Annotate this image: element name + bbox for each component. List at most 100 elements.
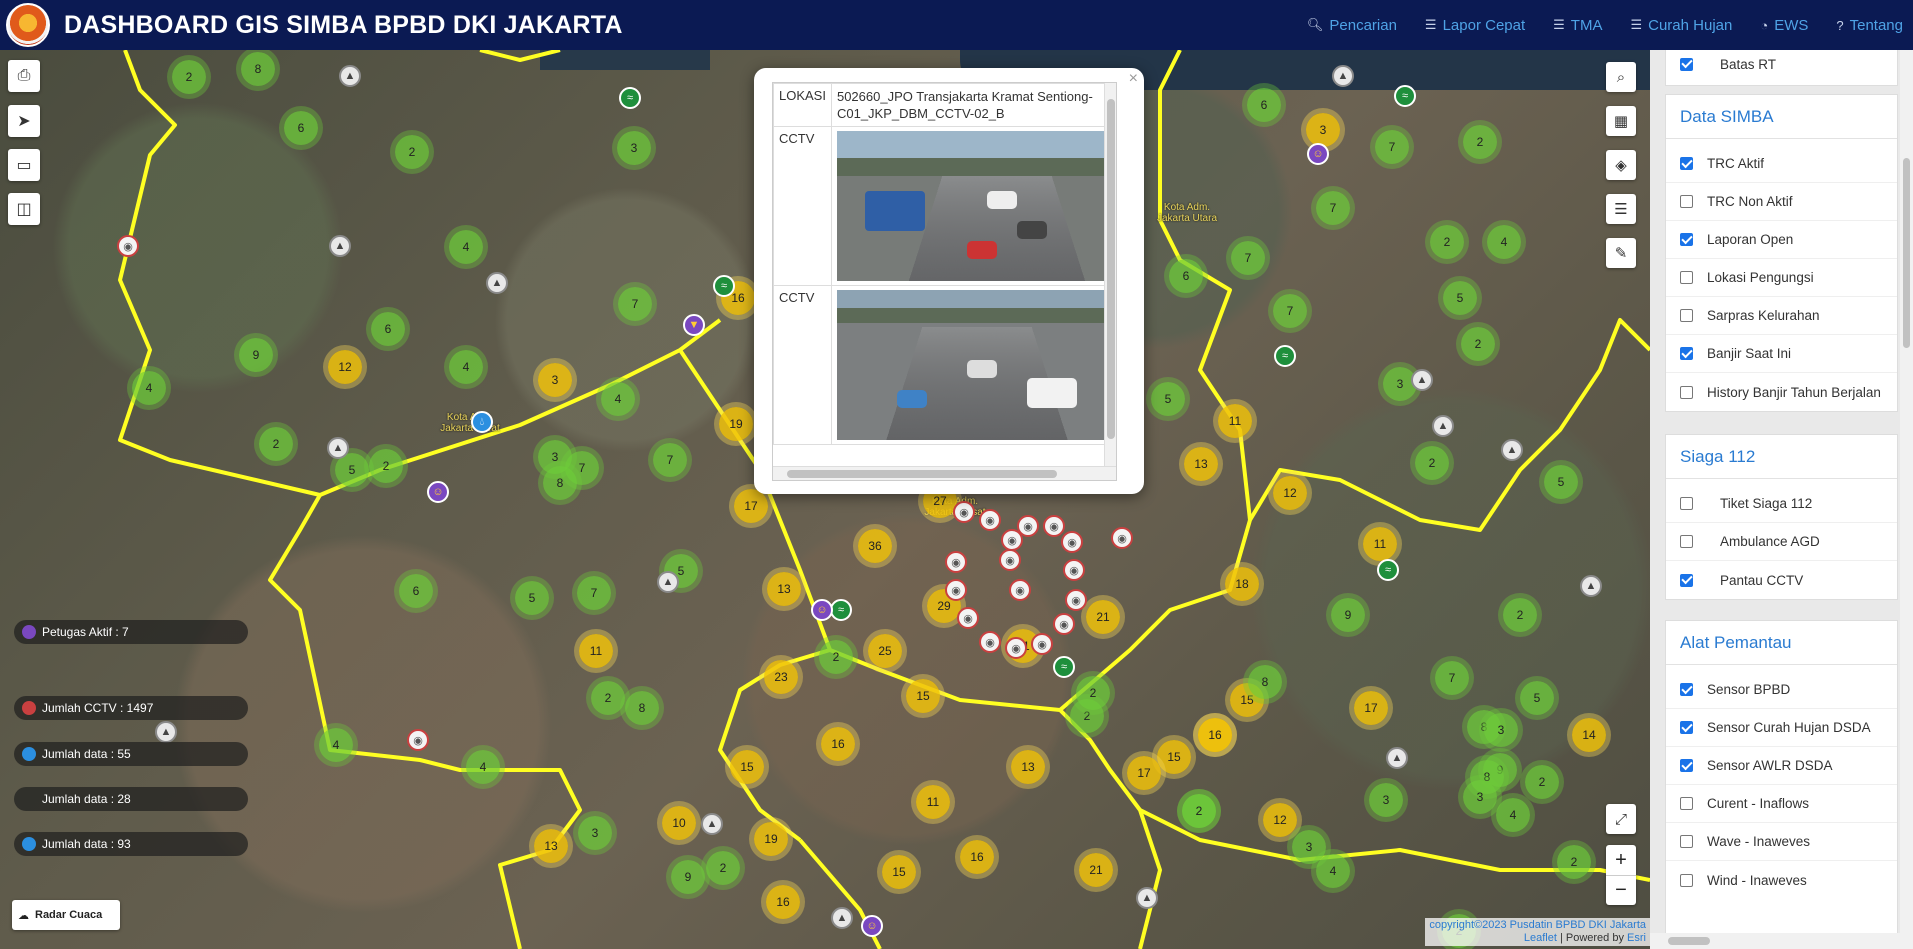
cluster-marker[interactable]: 10 <box>662 806 696 840</box>
cluster-marker[interactable]: 2 <box>1430 225 1464 259</box>
fullscreen-button[interactable]: ⤢ <box>1606 804 1636 834</box>
checkbox[interactable] <box>1680 386 1693 399</box>
cluster-marker[interactable]: 2 <box>395 135 429 169</box>
cluster-marker[interactable]: 17 <box>1127 756 1161 790</box>
cluster-marker[interactable]: 5 <box>1443 281 1477 315</box>
eraser-button[interactable]: ✎ <box>1606 238 1636 268</box>
cluster-marker[interactable]: 3 <box>1484 713 1518 747</box>
print-button[interactable]: ⎙ <box>8 60 40 92</box>
cluster-marker[interactable]: 4 <box>132 371 166 405</box>
cluster-marker[interactable]: 2 <box>1525 765 1559 799</box>
layer-item[interactable]: Laporan Open <box>1666 221 1897 259</box>
checkbox[interactable] <box>1680 874 1693 887</box>
cluster-marker[interactable]: 19 <box>754 822 788 856</box>
cluster-marker[interactable]: 15 <box>906 679 940 713</box>
layer-item[interactable]: Wind - Inaweves <box>1666 861 1897 899</box>
layer-item[interactable]: Curent - Inaflows <box>1666 785 1897 823</box>
screen-button[interactable]: ▭ <box>8 149 40 181</box>
cluster-marker[interactable]: 4 <box>449 230 483 264</box>
zoom-out-button[interactable]: − <box>1606 875 1636 905</box>
cctv-marker[interactable]: ◉ <box>1017 515 1039 537</box>
cctv-marker[interactable]: ◉ <box>999 549 1021 571</box>
cluster-marker[interactable]: 6 <box>284 111 318 145</box>
cluster-marker[interactable]: 13 <box>1011 750 1045 784</box>
cluster-marker[interactable]: 3 <box>1463 780 1497 814</box>
cluster-marker[interactable]: 5 <box>1544 465 1578 499</box>
checkbox[interactable] <box>1680 797 1693 810</box>
cluster-marker[interactable]: 11 <box>1363 527 1397 561</box>
checkbox[interactable] <box>1680 157 1693 170</box>
cctv-marker[interactable]: ◉ <box>1065 589 1087 611</box>
split-screen-button[interactable]: ◫ <box>8 193 40 225</box>
siren-marker[interactable]: ▲ <box>1332 65 1354 87</box>
layer-item[interactable]: History Banjir Tahun Berjalan <box>1666 373 1897 411</box>
cluster-marker[interactable]: 4 <box>466 750 500 784</box>
siren-marker[interactable]: ▲ <box>1432 415 1454 437</box>
cluster-marker[interactable]: 3 <box>538 440 572 474</box>
nav-tentang[interactable]: ? Tentang <box>1836 17 1903 34</box>
layer-item[interactable]: Sensor BPBD <box>1666 671 1897 709</box>
radar-cuaca-button[interactable]: ☁ Radar Cuaca <box>12 900 120 930</box>
cluster-marker[interactable]: 7 <box>1435 661 1469 695</box>
cluster-marker[interactable]: 2 <box>1461 327 1495 361</box>
nav-pencarian[interactable]: 🔍︎ Pencarian <box>1307 17 1397 34</box>
siren-marker[interactable]: ▲ <box>486 272 508 294</box>
cluster-marker[interactable]: 2 <box>1076 676 1110 710</box>
cluster-marker[interactable]: 9 <box>671 860 705 894</box>
cctv-marker[interactable]: ◉ <box>957 607 979 629</box>
basemap-button[interactable]: ▦ <box>1606 106 1636 136</box>
siren-marker[interactable]: ▲ <box>831 907 853 929</box>
cluster-marker[interactable]: 3 <box>617 131 651 165</box>
checkbox[interactable] <box>1680 233 1693 246</box>
cluster-marker[interactable]: 13 <box>767 572 801 606</box>
cluster-marker[interactable]: 16 <box>821 727 855 761</box>
cluster-marker[interactable]: 5 <box>515 581 549 615</box>
cluster-marker[interactable]: 7 <box>1375 130 1409 164</box>
cluster-marker[interactable]: 15 <box>882 855 916 889</box>
cctv-marker[interactable]: ◉ <box>1005 637 1027 659</box>
layers-button[interactable]: ◈ <box>1606 150 1636 180</box>
cluster-marker[interactable]: 4 <box>1487 225 1521 259</box>
siren-marker[interactable]: ▲ <box>1580 575 1602 597</box>
cluster-marker[interactable]: 23 <box>764 660 798 694</box>
checkbox[interactable] <box>1680 58 1693 71</box>
cluster-marker[interactable]: 2 <box>369 449 403 483</box>
locate-button[interactable]: ➤ <box>8 105 40 137</box>
cluster-marker[interactable]: 2 <box>259 427 293 461</box>
cluster-marker[interactable]: 11 <box>1218 404 1252 438</box>
cluster-marker[interactable]: 12 <box>1263 803 1297 837</box>
cluster-marker[interactable]: 3 <box>1306 113 1340 147</box>
cluster-marker[interactable]: 15 <box>730 750 764 784</box>
layer-item[interactable]: Ambulance AGD <box>1666 523 1897 561</box>
siren-marker[interactable]: ▲ <box>155 721 177 743</box>
water-sensor-marker[interactable]: ≈ <box>1053 656 1075 678</box>
checkbox[interactable] <box>1680 535 1693 548</box>
cluster-marker[interactable]: 7 <box>1273 294 1307 328</box>
cluster-marker[interactable]: 21 <box>1079 853 1113 887</box>
officer-marker[interactable]: ☺ <box>811 599 833 621</box>
cluster-marker[interactable]: 2 <box>1463 125 1497 159</box>
cluster-marker[interactable]: 2 <box>1415 446 1449 480</box>
checkbox[interactable] <box>1680 497 1693 510</box>
cluster-marker[interactable]: 7 <box>577 576 611 610</box>
layer-item[interactable]: Pantau CCTV <box>1666 561 1897 599</box>
cluster-marker[interactable]: 16 <box>960 840 994 874</box>
cluster-marker[interactable]: 5 <box>1151 382 1185 416</box>
cluster-marker[interactable]: 2 <box>819 640 853 674</box>
siren-marker[interactable]: ▲ <box>329 235 351 257</box>
layer-item[interactable]: Lokasi Pengungsi <box>1666 259 1897 297</box>
checkbox[interactable] <box>1680 574 1693 587</box>
cctv-marker[interactable]: ◉ <box>1053 613 1075 635</box>
cluster-marker[interactable]: 7 <box>618 287 652 321</box>
cctv-marker[interactable]: ◉ <box>945 579 967 601</box>
cluster-marker[interactable]: 13 <box>1184 447 1218 481</box>
cctv-marker[interactable]: ◉ <box>953 501 975 523</box>
cluster-marker[interactable]: 13 <box>534 829 568 863</box>
nav-tma[interactable]: ☰ TMA <box>1553 17 1602 34</box>
layer-item[interactable]: Sensor AWLR DSDA <box>1666 747 1897 785</box>
cluster-marker[interactable]: 6 <box>371 312 405 346</box>
report-marker[interactable]: ▼ <box>683 314 705 336</box>
legend-button[interactable]: ☰ <box>1606 194 1636 224</box>
cctv-marker[interactable]: ◉ <box>979 631 1001 653</box>
water-sensor-marker[interactable]: ≈ <box>619 87 641 109</box>
